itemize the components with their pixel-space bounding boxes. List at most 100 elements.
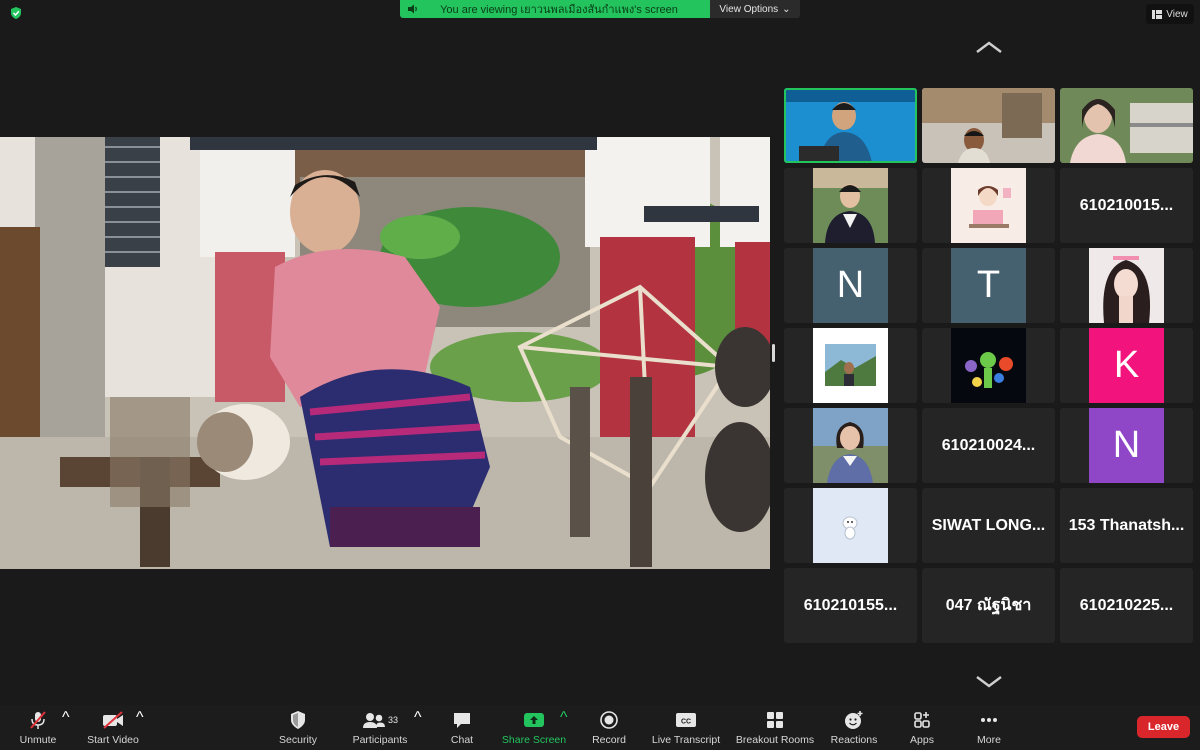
apps-button[interactable]: Apps xyxy=(906,709,938,749)
participants-icon: 33 xyxy=(362,709,398,731)
reactions-label: Reactions xyxy=(830,734,878,746)
participant-initial-avatar: N xyxy=(1089,408,1164,483)
participant-tile-student-girl[interactable] xyxy=(784,408,917,483)
participant-initial-avatar: K xyxy=(1089,328,1164,403)
record-label: Record xyxy=(592,734,626,746)
breakout-rooms-button[interactable]: Breakout Rooms xyxy=(735,709,815,749)
unmute-label: Unmute xyxy=(19,734,57,746)
chevron-down-icon: ⌄ xyxy=(782,3,791,15)
participant-avatar xyxy=(1089,248,1164,323)
more-dots-icon xyxy=(979,709,999,731)
start-video-button[interactable]: Start Video xyxy=(84,709,142,749)
participants-options-caret-icon[interactable]: ^ xyxy=(414,709,422,749)
speaker-icon xyxy=(400,4,426,14)
participant-tile-name[interactable]: 610210155... xyxy=(784,568,917,643)
participant-initial-avatar: T xyxy=(951,248,1026,323)
smiley-plus-icon xyxy=(843,709,865,731)
microphone-muted-icon xyxy=(28,709,48,731)
view-options-label: View Options xyxy=(719,3,779,15)
participant-avatar xyxy=(813,408,888,483)
record-button[interactable]: Record xyxy=(590,709,628,749)
participant-tile-sticker[interactable] xyxy=(784,488,917,563)
meeting-stage: You are viewing เยาวนพลเมืองสันกำแพง's s… xyxy=(0,0,1200,705)
participants-count: 33 xyxy=(387,715,398,725)
participant-name: 610210024... xyxy=(941,436,1036,454)
participant-tile-landscape-selfie[interactable] xyxy=(784,328,917,403)
gallery-page-down-icon[interactable] xyxy=(975,674,1003,690)
participant-avatar xyxy=(813,168,888,243)
participant-tile-letter[interactable]: K xyxy=(1060,328,1193,403)
participant-tile-woman-glasses[interactable] xyxy=(1060,88,1193,163)
meeting-toolbar: Unmute ^ Start Video ^ Security 33 Parti… xyxy=(0,705,1200,750)
split-divider-handle[interactable] xyxy=(772,344,775,362)
security-shield-icon[interactable] xyxy=(9,6,23,20)
participant-tile-name[interactable]: 047 ณัฐนิชา xyxy=(922,568,1055,643)
participant-avatar xyxy=(951,168,1026,243)
breakout-rooms-label: Breakout Rooms xyxy=(735,734,815,746)
participant-name: 153 Thanatsh... xyxy=(1068,516,1185,534)
participant-gallery: 610210015... N T K 610210024... N SIWAT … xyxy=(784,88,1193,643)
participant-tile-name[interactable]: 153 Thanatsh... xyxy=(1060,488,1193,563)
participant-name: 610210015... xyxy=(1079,196,1174,214)
gallery-page-up-icon[interactable] xyxy=(975,39,1003,55)
participant-tile-letter[interactable]: N xyxy=(784,248,917,323)
participant-tile-name[interactable]: 610210015... xyxy=(1060,168,1193,243)
security-label: Security xyxy=(279,734,317,746)
participant-initial-avatar: N xyxy=(813,248,888,323)
share-screen-label: Share Screen xyxy=(501,734,567,746)
chat-icon xyxy=(452,709,472,731)
share-screen-icon xyxy=(523,709,545,731)
live-transcript-button[interactable]: CC Live Transcript xyxy=(650,709,722,749)
participant-tile-letter[interactable]: T xyxy=(922,248,1055,323)
viewing-banner-text: You are viewing เยาวนพลเมืองสันกำแพง's s… xyxy=(440,4,678,16)
participant-name: SIWAT LONG... xyxy=(931,516,1046,534)
participants-button[interactable]: 33 Participants xyxy=(350,709,410,749)
participants-label: Participants xyxy=(352,734,408,746)
unmute-button[interactable]: Unmute xyxy=(14,709,62,749)
participant-tile-grad-photo[interactable] xyxy=(784,168,917,243)
participant-tile-name[interactable]: 610210225... xyxy=(1060,568,1193,643)
participant-avatar xyxy=(951,328,1026,403)
shared-screen[interactable] xyxy=(0,137,770,569)
participant-tile-girl-portrait[interactable] xyxy=(1060,248,1193,323)
participant-tile-inside-out[interactable] xyxy=(922,328,1055,403)
view-layout-button[interactable]: View xyxy=(1146,4,1194,24)
apps-label: Apps xyxy=(910,734,934,746)
shield-icon xyxy=(289,709,307,731)
viewing-banner: You are viewing เยาวนพลเมืองสันกำแพง's s… xyxy=(400,0,710,18)
participant-name: 610210155... xyxy=(803,596,898,614)
video-options-caret-icon[interactable]: ^ xyxy=(136,709,144,749)
record-icon xyxy=(599,709,619,731)
chat-button[interactable]: Chat xyxy=(446,709,478,749)
participant-tile-letter[interactable]: N xyxy=(1060,408,1193,483)
view-label: View xyxy=(1166,8,1188,20)
shared-screen-top-bar xyxy=(190,137,597,150)
shared-screen-image xyxy=(0,137,770,569)
more-button[interactable]: More xyxy=(972,709,1006,749)
reactions-button[interactable]: Reactions xyxy=(828,709,880,749)
participant-tile-host[interactable] xyxy=(784,88,917,163)
participant-tile-cartoon-girl[interactable] xyxy=(922,168,1055,243)
security-button[interactable]: Security xyxy=(276,709,320,749)
video-off-icon xyxy=(101,709,125,731)
audio-options-caret-icon[interactable]: ^ xyxy=(62,709,70,749)
participant-tile-name[interactable]: SIWAT LONG... xyxy=(922,488,1055,563)
apps-icon xyxy=(912,709,932,731)
leave-button[interactable]: Leave xyxy=(1137,716,1190,738)
participant-tile-name[interactable]: 610210024... xyxy=(922,408,1055,483)
shared-screen-overlay-bar xyxy=(644,206,759,222)
more-label: More xyxy=(977,734,1001,746)
participant-name: 047 ณัฐนิชา xyxy=(945,597,1032,614)
view-options-button[interactable]: View Options ⌄ xyxy=(710,0,800,18)
share-screen-button[interactable]: Share Screen xyxy=(502,709,566,749)
share-options-caret-icon[interactable]: ^ xyxy=(560,709,568,749)
grid-view-icon xyxy=(1152,9,1163,19)
participant-name: 610210225... xyxy=(1079,596,1174,614)
participant-avatar xyxy=(813,328,888,403)
breakout-rooms-icon xyxy=(765,709,785,731)
participant-avatar xyxy=(813,488,888,563)
svg-text:CC: CC xyxy=(681,719,691,726)
live-transcript-label: Live Transcript xyxy=(651,734,721,746)
participant-tile-student-room[interactable] xyxy=(922,88,1055,163)
closed-caption-icon: CC xyxy=(675,709,697,731)
